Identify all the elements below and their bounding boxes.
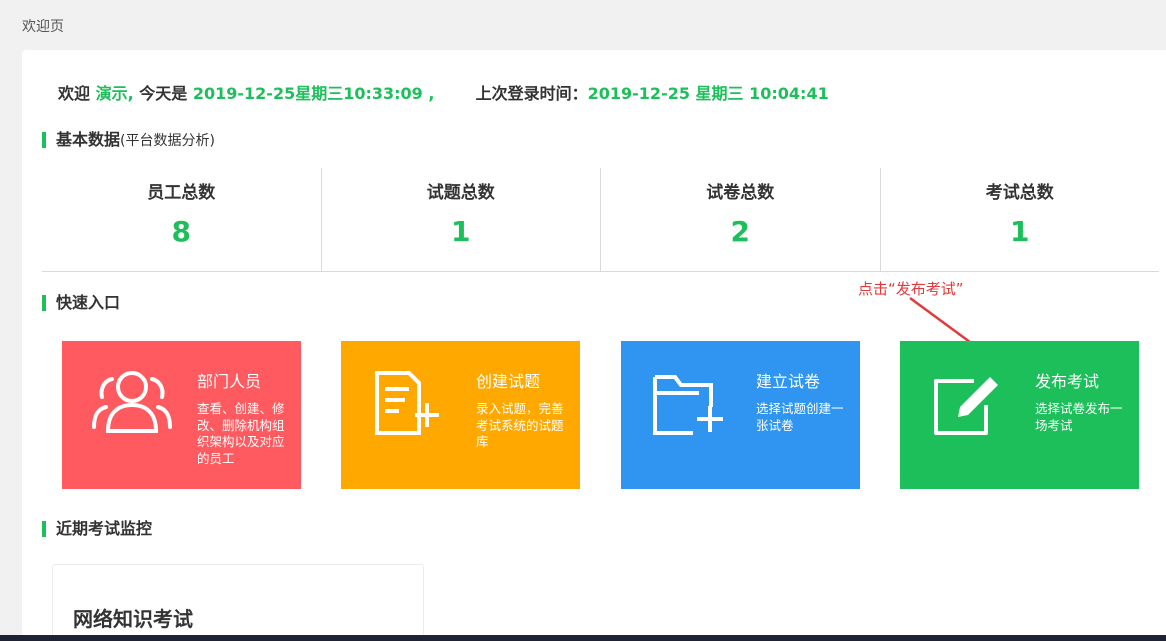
today-value: 2019-12-25星期三10:33:09 , bbox=[192, 84, 435, 103]
last-login-value: 2019-12-25 星期三 10:04:41 bbox=[587, 84, 829, 103]
stat-value: 2 bbox=[730, 215, 750, 248]
today-label: 今天是 bbox=[139, 84, 188, 103]
tile-description: 选择试题创建一张试卷 bbox=[756, 401, 844, 433]
quick-entry-title: 快速入口 bbox=[42, 294, 120, 312]
page: 欢迎页 欢迎 演示, 今天是 2019-12-25星期三10:33:09 , 上… bbox=[0, 0, 1166, 641]
stat-label: 考试总数 bbox=[985, 183, 1054, 203]
tile-description: 选择试卷发布一场考试 bbox=[1035, 401, 1123, 433]
stats-panel: 员工总数 8 试题总数 1 试卷总数 2 考试总数 1 bbox=[42, 168, 1159, 272]
main-card: 欢迎 演示, 今天是 2019-12-25星期三10:33:09 , 上次登录时… bbox=[22, 50, 1166, 641]
tile-description: 录入试题，完善考试系统的试题库 bbox=[476, 401, 564, 449]
tile-title: 发布考试 bbox=[1035, 372, 1100, 391]
welcome-line: 欢迎 演示, 今天是 2019-12-25星期三10:33:09 , 上次登录时… bbox=[58, 80, 829, 104]
recent-exams-title: 近期考试监控 bbox=[42, 520, 152, 538]
basic-data-subtitle: (平台数据分析) bbox=[120, 133, 215, 149]
stat-exams: 考试总数 1 bbox=[881, 168, 1160, 271]
folder-add-icon bbox=[653, 375, 723, 435]
stat-label: 试题总数 bbox=[426, 183, 495, 203]
tile-title: 创建试题 bbox=[476, 372, 541, 391]
basic-data-title-text: 基本数据 bbox=[56, 130, 121, 149]
last-login-label: 上次登录时间： bbox=[475, 84, 588, 103]
quick-entry-tiles: 部门人员 查看、创建、修改、删除机构组织架构以及对应的员工 创建试题 录入试题，… bbox=[62, 341, 1142, 489]
tile-publish-exam[interactable]: 发布考试 选择试卷发布一场考试 bbox=[900, 341, 1139, 489]
tile-title: 建立试卷 bbox=[756, 372, 821, 391]
document-add-icon bbox=[375, 371, 439, 435]
tile-description: 查看、创建、修改、删除机构组织架构以及对应的员工 bbox=[197, 401, 285, 466]
exam-monitor-card[interactable]: 网络知识考试 bbox=[52, 564, 424, 641]
stat-label: 员工总数 bbox=[147, 183, 216, 203]
stat-value: 1 bbox=[1010, 215, 1030, 248]
breadcrumb: 欢迎页 bbox=[22, 19, 64, 35]
tile-department-staff[interactable]: 部门人员 查看、创建、修改、删除机构组织架构以及对应的员工 bbox=[62, 341, 301, 489]
stat-value: 8 bbox=[171, 215, 191, 248]
users-icon bbox=[92, 371, 172, 433]
tile-create-question[interactable]: 创建试题 录入试题，完善考试系统的试题库 bbox=[341, 341, 580, 489]
stat-papers: 试卷总数 2 bbox=[601, 168, 881, 271]
bottom-bar bbox=[0, 635, 1166, 641]
welcome-user: 演示, bbox=[95, 84, 134, 103]
edit-icon bbox=[934, 377, 998, 435]
welcome-prefix: 欢迎 bbox=[58, 84, 91, 103]
tile-title: 部门人员 bbox=[197, 372, 262, 391]
tile-build-paper[interactable]: 建立试卷 选择试题创建一张试卷 bbox=[621, 341, 860, 489]
stat-questions: 试题总数 1 bbox=[322, 168, 601, 271]
basic-data-title: 基本数据(平台数据分析) bbox=[42, 131, 215, 149]
stat-employees: 员工总数 8 bbox=[42, 168, 322, 271]
stat-label: 试卷总数 bbox=[706, 183, 775, 203]
stat-value: 1 bbox=[451, 215, 471, 248]
exam-name: 网络知识考试 bbox=[73, 607, 193, 631]
